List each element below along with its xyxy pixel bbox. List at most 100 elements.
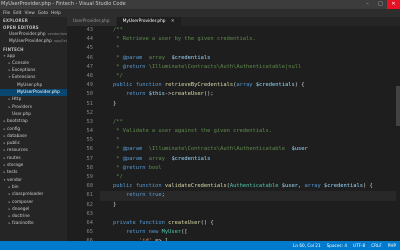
code-line[interactable]: /** <box>100 118 396 127</box>
code-token: ([ <box>181 229 188 236</box>
folder-header[interactable]: FINTECH <box>0 46 67 53</box>
code-line[interactable]: /** <box>100 26 396 35</box>
menu-goto[interactable]: Goto <box>38 11 48 16</box>
tree-item-label: vendor <box>7 177 23 183</box>
editor-tabs: UserProvider.php MyUserProvider.php ✕ <box>67 17 400 26</box>
code-line[interactable]: * Validate a user against the given cred… <box>100 127 396 136</box>
code-line[interactable]: public function validateCredentials(Auth… <box>100 182 396 191</box>
code-token: public function <box>112 82 165 89</box>
tree-item[interactable]: ▸ config <box>0 126 67 133</box>
tree-item-label: public <box>7 141 20 147</box>
line-ending[interactable]: CRLF <box>371 241 382 250</box>
line-number: 43 <box>86 27 94 33</box>
tree-item[interactable]: ▾ app <box>0 53 67 60</box>
tree-item[interactable]: ▸ public <box>0 140 67 147</box>
tree-item[interactable]: ▸ routes <box>0 155 67 162</box>
cursor-position[interactable]: Ln 60, Col 21 <box>293 241 321 250</box>
code-area[interactable]: /** * Retrieve a user by the given crede… <box>100 26 396 241</box>
code-editor[interactable]: 43 44 45 46 47 48 49 50 51 52 53 54 55 56 57 58 59 60 61 62… <box>67 26 400 241</box>
code-line[interactable]: * Retrieve a user by the given credentia… <box>100 35 396 44</box>
tree-item[interactable]: ▸ storage <box>0 162 67 169</box>
tree-item[interactable]: ▸ doctrine <box>0 213 67 220</box>
line-number: 51 <box>86 100 94 107</box>
tree-item-label: resources <box>7 148 28 154</box>
tree-item[interactable]: ▸ bootstrap <box>0 118 67 125</box>
code-line[interactable]: */ <box>100 72 396 81</box>
code-line[interactable]: * <box>100 136 396 145</box>
tree-item[interactable]: User.php <box>0 111 67 118</box>
indentation[interactable]: Spaces: 4 <box>327 241 347 250</box>
code-line[interactable]: * @param array $credentials <box>100 155 396 164</box>
tab-userprovider[interactable]: UserProvider.php <box>67 17 117 26</box>
code-line[interactable]: private function createUser() { <box>100 219 396 228</box>
tree-item[interactable]: MyUserProvider.php <box>0 89 67 97</box>
code-token: ) { <box>294 82 305 89</box>
code-line[interactable] <box>100 210 396 219</box>
editor-scrollbar[interactable] <box>396 26 400 241</box>
tree-item[interactable]: ▸ resources <box>0 147 67 154</box>
close-tab-icon[interactable]: ✕ <box>171 19 175 24</box>
line-number: 48 <box>86 72 94 79</box>
line-number: 62 <box>86 201 94 208</box>
tree-item[interactable]: ▾ vendor <box>0 177 67 184</box>
code-line[interactable]: * <box>100 44 396 53</box>
window-title: MyUserProvider.php - Fintech - Visual St… <box>1 1 126 7</box>
encoding[interactable]: UTF-8 <box>353 241 365 250</box>
code-line[interactable]: public function retrieveByCredentials(ar… <box>100 81 396 90</box>
tree-item[interactable]: ▾ Extensions <box>0 74 67 81</box>
tree-item[interactable]: MyUser.php <box>0 82 67 89</box>
code-token: } <box>112 100 117 107</box>
tree-item[interactable]: ▸ database <box>0 133 67 140</box>
code-line[interactable]: */ <box>100 173 396 182</box>
tree-item[interactable]: ▸ Console <box>0 60 67 67</box>
close-window-button[interactable]: ✕ <box>387 0 400 9</box>
tab-myuserprovider[interactable]: MyUserProvider.php ✕ <box>116 17 182 26</box>
explorer-header: EXPLORER <box>3 18 29 23</box>
code-line[interactable]: * @return \Illuminate\Contracts\Auth\Aut… <box>100 63 396 72</box>
tree-item-label: doctrine <box>12 214 30 220</box>
maximize-button[interactable]: □ <box>374 0 387 9</box>
open-editor-item[interactable]: MyUserProvider.phpapp/Extensions <box>0 38 67 45</box>
code-line[interactable]: * @param \Illuminate\Contracts\Auth\Auth… <box>100 145 396 154</box>
minimize-button[interactable]: – <box>361 0 374 9</box>
code-line[interactable]: } <box>100 201 396 210</box>
code-line[interactable]: } <box>100 100 396 109</box>
code-token: retrieveByCredentials <box>164 82 234 89</box>
menu-file[interactable]: File <box>3 11 10 16</box>
tree-item[interactable]: ▸ bin <box>0 184 67 191</box>
code-token: createUser <box>171 91 204 98</box>
scrollbar-thumb[interactable] <box>396 86 400 126</box>
code-token: () { <box>200 219 214 226</box>
tree-item-label: composer <box>12 199 34 205</box>
code-token: validateCredentials <box>164 183 227 190</box>
tree-item[interactable]: ▸ tests <box>0 169 67 176</box>
line-number: 53 <box>86 118 94 125</box>
tree-item-label: MyUser.php <box>17 82 43 88</box>
code-token: * <box>116 45 120 52</box>
menu-view[interactable]: View <box>25 11 35 16</box>
tree-item[interactable]: ▸ dnoegel <box>0 206 67 213</box>
code-token: Authenticatable <box>229 183 282 190</box>
open-editors-header[interactable]: OPEN EDITORS <box>0 24 67 31</box>
menu-edit[interactable]: Edit <box>13 11 21 16</box>
code-line[interactable]: return new MyUser([ <box>100 228 396 237</box>
tree-item[interactable]: ▸ composer <box>0 199 67 206</box>
code-line[interactable]: return true; <box>100 191 396 201</box>
tree-item[interactable]: ▸ Providers <box>0 104 67 111</box>
tree-item[interactable]: ▸ classpreloader <box>0 191 67 198</box>
tree-item[interactable]: ▸ Exceptions <box>0 67 67 74</box>
tree-item-label: MyUserProvider.php <box>17 90 60 96</box>
line-number: 64 <box>86 219 94 226</box>
code-line[interactable]: * @return bool <box>100 164 396 173</box>
code-line[interactable] <box>100 109 396 118</box>
line-number-gutter: 43 44 45 46 47 48 49 50 51 52 53 54 55 56 57 58 59 60 61 62… <box>67 26 97 241</box>
code-line[interactable]: return $this->createUser(); <box>100 90 396 99</box>
language-mode[interactable]: PHP <box>388 241 396 250</box>
menu-help[interactable]: Help <box>51 11 61 16</box>
tree-item[interactable]: ▸ fzaninotto <box>0 220 67 227</box>
open-editor-item[interactable]: UserProvider.phpvendor/laravel/fr... <box>0 31 67 38</box>
code-line[interactable]: * @param array $credentials <box>100 54 396 63</box>
tree-item[interactable]: ▸ Http <box>0 96 67 103</box>
